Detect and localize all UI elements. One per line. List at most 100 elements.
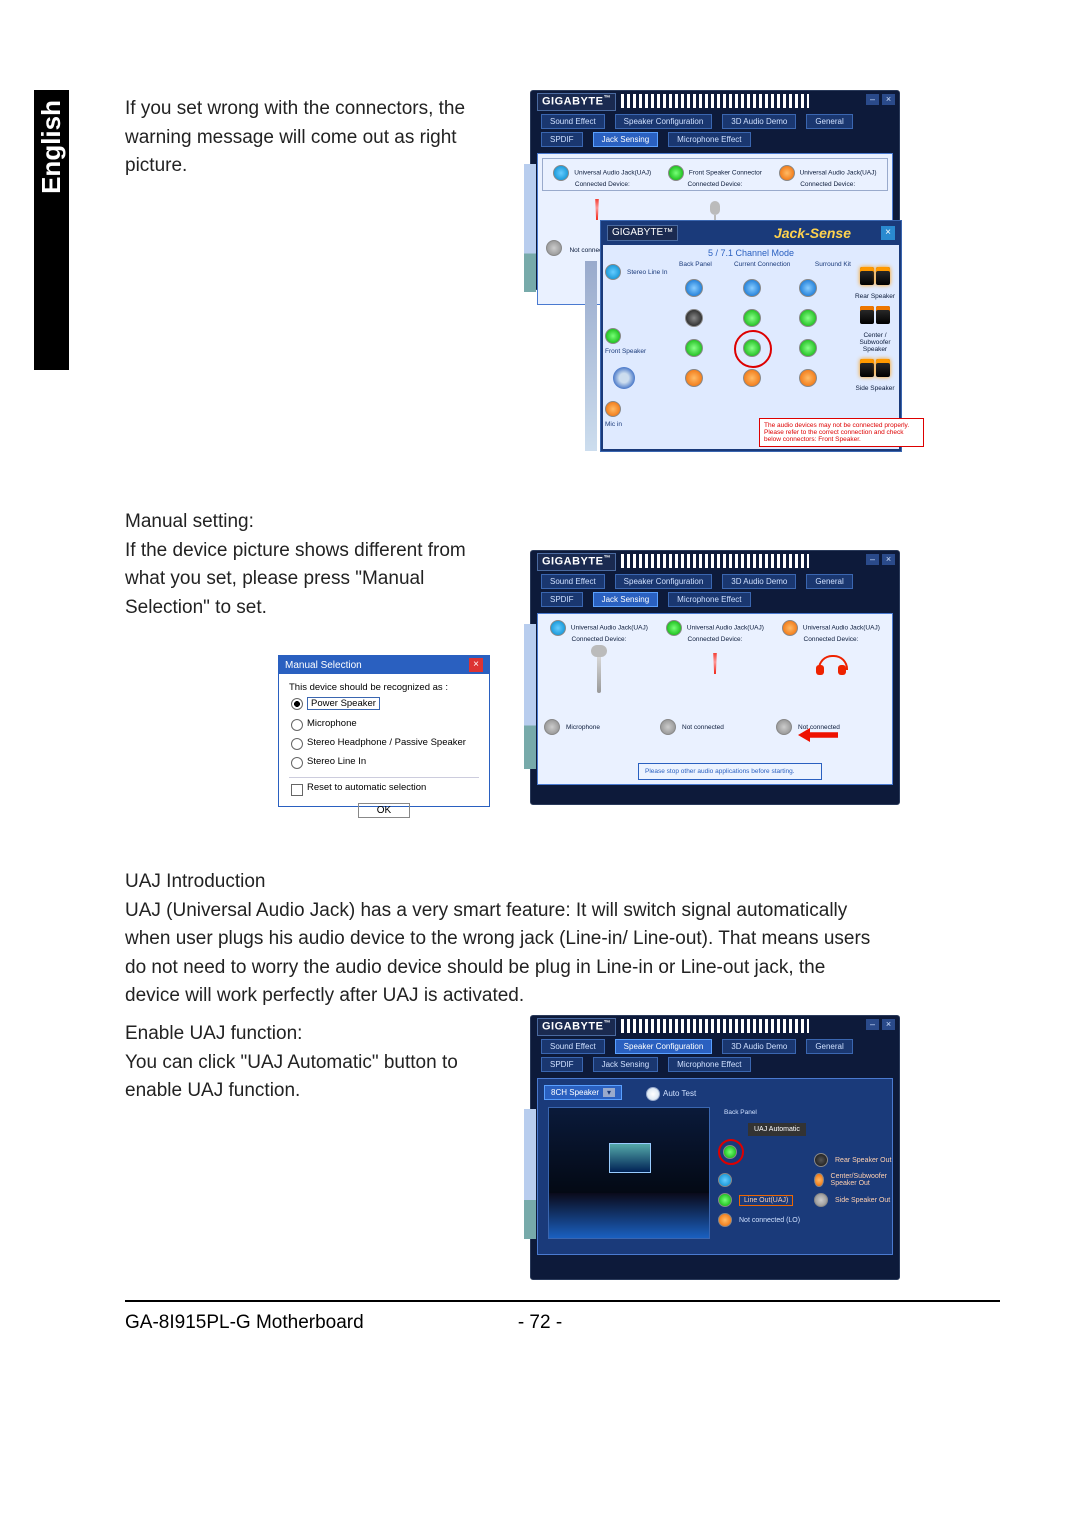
option-line-in[interactable]: Stereo Line In bbox=[289, 752, 479, 771]
tab-speaker-config[interactable]: Speaker Configuration bbox=[615, 114, 713, 129]
uaj-automatic-button[interactable]: UAJ Automatic bbox=[748, 1123, 806, 1136]
title-bar-scale bbox=[621, 1019, 809, 1033]
plug-graphic bbox=[613, 367, 635, 389]
rear-speaker-out-label: Rear Speaker Out bbox=[835, 1157, 891, 1164]
close-icon[interactable]: × bbox=[881, 226, 895, 240]
not-connected-label: Not connected bbox=[798, 724, 840, 731]
tab-speaker-config[interactable]: Speaker Configuration bbox=[615, 1039, 713, 1054]
title-bar-scale bbox=[621, 554, 809, 568]
jack-panel-2: Universal Audio Jack(UAJ)Connected Devic… bbox=[537, 613, 893, 785]
section4-text: You can click "UAJ Automatic" button to … bbox=[125, 1052, 458, 1102]
center-sub-out-label: Center/Subwoofer Speaker Out bbox=[831, 1173, 892, 1187]
tv-icon bbox=[609, 1143, 651, 1173]
figure-manual-selection-dialog: Manual Selection × This device should be… bbox=[278, 655, 488, 805]
title-bar-scale bbox=[621, 94, 809, 108]
window-controls: – × bbox=[866, 94, 895, 105]
language-tab: English bbox=[34, 90, 69, 370]
minimize-icon[interactable]: – bbox=[866, 554, 879, 565]
tab-speaker-config[interactable]: Speaker Configuration bbox=[615, 574, 713, 589]
connected-device-label-3: Connected Device: bbox=[800, 181, 855, 188]
auto-test-button[interactable]: Auto Test bbox=[646, 1087, 696, 1101]
tab-jack-sensing[interactable]: Jack Sensing bbox=[593, 1057, 659, 1072]
tab-mic-effect[interactable]: Microphone Effect bbox=[668, 592, 750, 607]
tab-mic-effect[interactable]: Microphone Effect bbox=[668, 1057, 750, 1072]
tab-jack-sensing[interactable]: Jack Sensing bbox=[593, 132, 659, 147]
back-panel-strip bbox=[524, 624, 536, 769]
port-column-left: Line Out(UAJ) Not connected (LO) bbox=[718, 1167, 800, 1233]
section4: Enable UAJ function: You can click "UAJ … bbox=[125, 1020, 505, 1106]
port-column-right: Rear Speaker Out Center/Subwoofer Speake… bbox=[814, 1147, 892, 1213]
back-panel-strip bbox=[524, 1109, 536, 1239]
section2-text: If the device picture shows different fr… bbox=[125, 540, 466, 618]
connected-device-label: Connected Device: bbox=[575, 181, 630, 188]
audio-app-window-3: GIGABYTE™ –× Sound Effect Speaker Config… bbox=[530, 1015, 900, 1280]
jack-dot-green bbox=[668, 165, 684, 181]
tab-spdif[interactable]: SPDIF bbox=[541, 1057, 583, 1072]
brand-logo: GIGABYTE™ bbox=[537, 93, 616, 111]
tab-spdif[interactable]: SPDIF bbox=[541, 592, 583, 607]
tab-sound-effect[interactable]: Sound Effect bbox=[541, 114, 605, 129]
speaker-column: Rear Speaker Center / Subwoofer Speaker … bbox=[853, 261, 897, 392]
footer-rule bbox=[125, 1300, 1000, 1302]
tab-3d-audio[interactable]: 3D Audio Demo bbox=[722, 1039, 796, 1054]
jack-sense-dialog: GIGABYTE™ Jack-Sense × 5 / 7.1 Channel M… bbox=[600, 220, 902, 452]
jack-sense-title: Jack-Sense bbox=[774, 225, 851, 241]
tab-jack-sensing[interactable]: Jack Sensing bbox=[593, 592, 659, 607]
room-visualization bbox=[548, 1107, 710, 1239]
back-panel-label: Back Panel bbox=[724, 1109, 757, 1116]
uaj-label-2: Universal Audio Jack(UAJ) bbox=[800, 170, 877, 177]
section2-label: Manual setting: bbox=[125, 511, 254, 532]
back-panel-strip bbox=[524, 164, 536, 292]
play-icon bbox=[646, 1087, 660, 1101]
minimize-icon[interactable]: – bbox=[866, 1019, 879, 1030]
not-connected-lo-label: Not connected (LO) bbox=[739, 1217, 800, 1224]
tab-sound-effect[interactable]: Sound Effect bbox=[541, 1039, 605, 1054]
language-label: English bbox=[34, 90, 69, 204]
uaj-highlight-ring bbox=[718, 1139, 744, 1165]
jack-dot-grey bbox=[546, 240, 562, 256]
audio-app-window-2: GIGABYTE™ –× Sound Effect Speaker Config… bbox=[530, 550, 900, 805]
speaker-mode-select[interactable]: 8CH Speaker▾ bbox=[544, 1085, 622, 1100]
tab-3d-audio[interactable]: 3D Audio Demo bbox=[722, 114, 796, 129]
uaj-label: Universal Audio Jack(UAJ) bbox=[574, 170, 651, 177]
tab-mic-effect[interactable]: Microphone Effect bbox=[668, 132, 750, 147]
section1-text: If you set wrong with the connectors, th… bbox=[125, 95, 495, 181]
manual-selection-dialog: Manual Selection × This device should be… bbox=[278, 655, 490, 807]
back-panel-ports: Stereo Line In Front Speaker Mic in bbox=[605, 261, 673, 431]
tab-general[interactable]: General bbox=[806, 574, 852, 589]
microphone-label: Microphone bbox=[566, 724, 600, 731]
tab-sound-effect[interactable]: Sound Effect bbox=[541, 574, 605, 589]
ok-button[interactable]: OK bbox=[358, 803, 410, 818]
footer-page: - 72 - bbox=[0, 1312, 1080, 1334]
connection-warning: The audio devices may not be connected p… bbox=[759, 418, 924, 447]
connected-device-label-2: Connected Device: bbox=[688, 181, 743, 188]
figure-warning: GIGABYTE™ – × Sound Effect Speaker Confi… bbox=[530, 90, 900, 450]
close-icon[interactable]: × bbox=[882, 1019, 895, 1030]
minimize-icon[interactable]: – bbox=[866, 94, 879, 105]
front-speaker-label: Front Speaker Connector bbox=[689, 170, 762, 177]
section4-label: Enable UAJ function: bbox=[125, 1023, 302, 1044]
section3-text: UAJ (Universal Audio Jack) has a very sm… bbox=[125, 900, 870, 1007]
option-power-speaker[interactable]: Power Speaker bbox=[289, 693, 479, 714]
brand-logo-small: GIGABYTE™ bbox=[607, 225, 678, 241]
close-icon[interactable]: × bbox=[882, 94, 895, 105]
tab-3d-audio[interactable]: 3D Audio Demo bbox=[722, 574, 796, 589]
headphone-icon bbox=[818, 655, 844, 675]
close-icon[interactable]: × bbox=[469, 658, 483, 672]
manual-selection-title: Manual Selection bbox=[285, 660, 362, 671]
close-icon[interactable]: × bbox=[882, 554, 895, 565]
tab-spdif[interactable]: SPDIF bbox=[541, 132, 583, 147]
option-headphone[interactable]: Stereo Headphone / Passive Speaker bbox=[289, 733, 479, 752]
jack-dot-orange bbox=[779, 165, 795, 181]
warning-icon bbox=[706, 653, 724, 683]
tab-general[interactable]: General bbox=[806, 1039, 852, 1054]
jack-dot-blue bbox=[553, 165, 569, 181]
app-tabs: Sound Effect Speaker Configuration 3D Au… bbox=[531, 108, 899, 153]
back-panel-strip bbox=[585, 261, 597, 451]
side-speaker-out-label: Side Speaker Out bbox=[835, 1197, 890, 1204]
option-microphone[interactable]: Microphone bbox=[289, 714, 479, 733]
tab-general[interactable]: General bbox=[806, 114, 852, 129]
reset-checkbox[interactable]: Reset to automatic selection bbox=[289, 777, 479, 797]
channel-mode-label: 5 / 7.1 Channel Mode bbox=[601, 245, 901, 261]
manual-page: English If you set wrong with the connec… bbox=[0, 0, 1080, 1529]
